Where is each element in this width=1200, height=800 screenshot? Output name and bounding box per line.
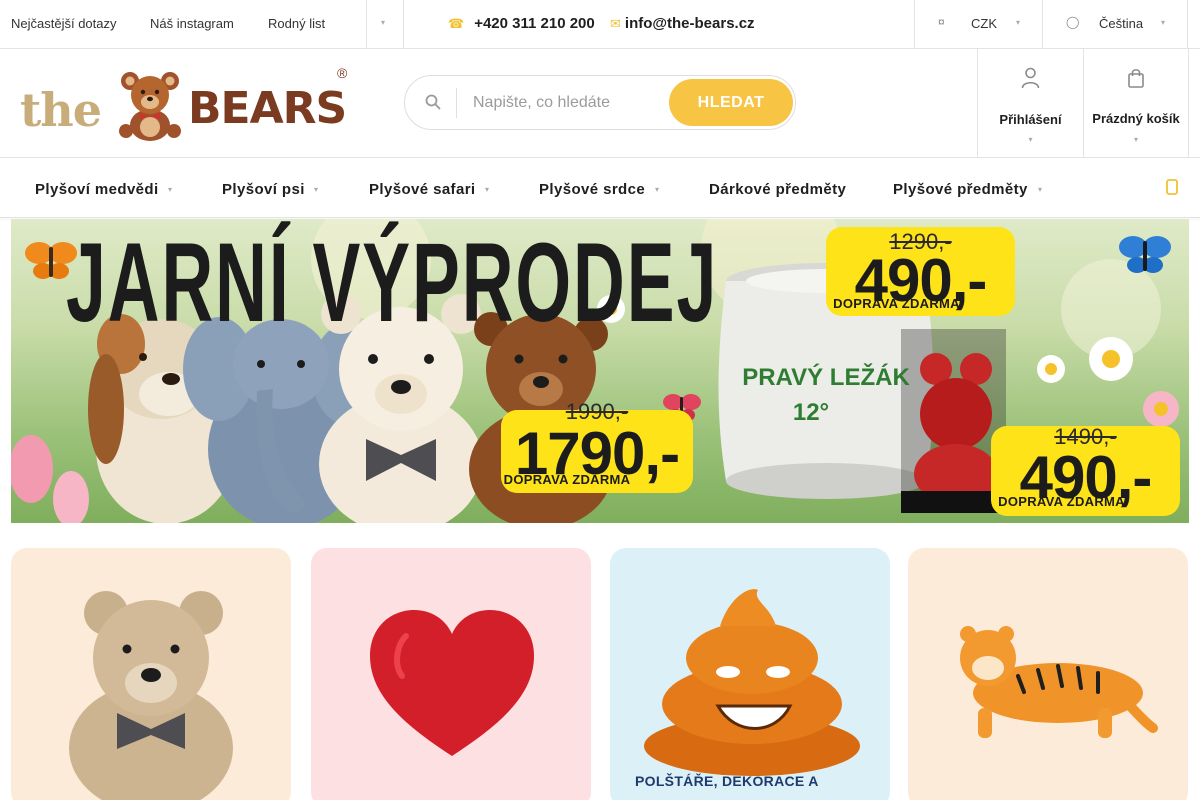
instagram-link[interactable]: Náš instagram [150, 16, 234, 31]
free-shipping-label: DOPRAVA ZDARMA [503, 472, 631, 487]
price-tag-rose-bear: 1490,- 490,- DOPRAVA ZDARMA [991, 424, 1180, 516]
phone-icon: ☎ [448, 16, 465, 31]
globe-icon: ◯ [1066, 15, 1080, 29]
phone-number: +420 311 210 200 [474, 15, 595, 32]
logo-text-the: the [20, 83, 102, 137]
category-card-pillows[interactable]: POLŠTÁŘE, DEKORACE A [610, 548, 890, 800]
category-label: POLŠTÁŘE, DEKORACE A [635, 773, 819, 789]
free-shipping-label: DOPRAVA ZDARMA [998, 494, 1125, 509]
cart-label: Prázdný košík [1092, 111, 1180, 126]
keg-label: PRAVÝ LEŽÁK [742, 364, 910, 391]
email-address: info@the-bears.cz [624, 15, 755, 32]
keg-degree: 12° [792, 399, 830, 426]
price-tag-bears: 1990,- 1790,- DOPRAVA ZDARMA [501, 399, 693, 493]
site-header: the BEARS ® HLEDAT Přihlášení [0, 49, 1200, 158]
nav-item-plush-safari[interactable]: Plyšové safari [369, 181, 476, 198]
search-button[interactable]: HLEDAT [669, 79, 793, 126]
email-contact[interactable]: ✉ info@the-bears.cz [610, 15, 755, 32]
teddy-bear-icon [119, 72, 181, 141]
plush-heart-image [370, 610, 534, 756]
category-card-hearts[interactable] [311, 548, 591, 800]
login-button[interactable]: Přihlášení ▾ [977, 49, 1083, 157]
divider [1042, 0, 1043, 48]
divider [456, 88, 457, 118]
plush-tiger-image [960, 626, 1158, 738]
nav-item-plush-items[interactable]: Plyšové předměty [893, 181, 1028, 198]
price-tag-keg: 1290,- 490,- DOPRAVA ZDARMA [826, 227, 1015, 316]
search-icon[interactable] [425, 94, 441, 110]
search-input[interactable] [473, 90, 663, 116]
main-navigation: Plyšoví medvědi ▾ Plyšoví psi ▾ Plyšové … [0, 158, 1200, 218]
login-label: Přihlášení [999, 112, 1062, 127]
faq-link[interactable]: Nejčastější dotazy [11, 16, 117, 31]
free-shipping-label: DOPRAVA ZDARMA [833, 296, 960, 311]
chevron-down-icon[interactable]: ▾ [314, 185, 318, 194]
birth-certificate-link[interactable]: Rodný list [268, 16, 325, 31]
cart-button[interactable]: Prázdný košík ▾ [1083, 49, 1189, 157]
category-card-safari[interactable] [908, 548, 1188, 800]
language-value: Čeština [1099, 16, 1144, 31]
teddy-bear-image [69, 591, 233, 800]
nav-item-plush-dogs[interactable]: Plyšoví psi [222, 181, 305, 198]
chevron-down-icon: ▾ [1028, 135, 1033, 144]
logo-text-bears: BEARS [188, 83, 347, 134]
chevron-down-icon[interactable]: ▾ [655, 185, 659, 194]
menu-more-icon[interactable] [1164, 178, 1180, 196]
nav-item-gifts[interactable]: Dárkové předměty [709, 181, 846, 198]
user-icon [1021, 67, 1040, 89]
email-icon: ✉ [610, 16, 621, 31]
divider [914, 0, 915, 48]
shopping-bag-icon [1128, 69, 1144, 88]
divider [403, 0, 404, 48]
chevron-down-icon[interactable]: ▾ [1038, 185, 1042, 194]
registered-mark: ® [337, 65, 348, 81]
chevron-down-icon: ▾ [1161, 18, 1166, 27]
chevron-down-icon[interactable]: ▾ [168, 185, 172, 194]
banner-title: JARNÍ VÝPRODEJ [66, 220, 719, 345]
currency-value: CZK [971, 16, 997, 31]
promo-banner[interactable]: JARNÍ VÝPRODEJ PRAVÝ LEŽÁK 12° 1990,- 17… [11, 219, 1189, 523]
chevron-down-icon: ▾ [1016, 18, 1021, 27]
currency-icon: ¤ [938, 15, 945, 29]
more-links-chevron-icon[interactable]: ▾ [381, 18, 385, 27]
nav-item-plush-bears[interactable]: Plyšoví medvědi [35, 181, 159, 198]
chevron-down-icon[interactable]: ▾ [485, 185, 489, 194]
divider [366, 0, 367, 48]
nav-item-plush-hearts[interactable]: Plyšové srdce [539, 181, 645, 198]
site-logo[interactable]: the BEARS ® [20, 65, 355, 143]
chevron-down-icon: ▾ [1133, 135, 1138, 144]
divider [1187, 0, 1188, 48]
search-bar: HLEDAT [404, 75, 796, 130]
top-bar: Nejčastější dotazy Náš instagram Rodný l… [0, 0, 1200, 49]
category-card-bears[interactable] [11, 548, 291, 800]
phone-contact[interactable]: ☎ +420 311 210 200 [448, 15, 595, 32]
poop-pillow-image [644, 589, 860, 776]
